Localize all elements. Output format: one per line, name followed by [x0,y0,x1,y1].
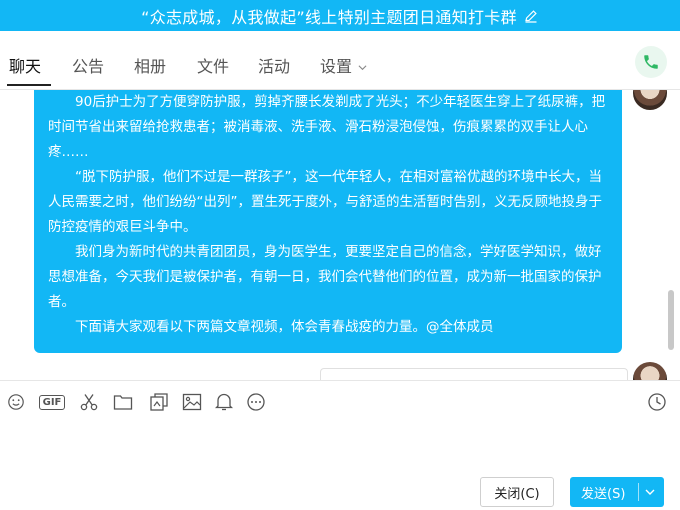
sticker-button[interactable] [148,391,170,413]
tab-chat[interactable]: 聊天 [9,53,41,77]
chevron-down-icon [358,65,367,71]
reminder-button[interactable] [213,391,235,413]
message-paragraph: 我们身为新时代的共青团团员，身为医学生，更要坚定自己的信念，学好医学知识，做好思… [48,244,602,310]
sticker-icon [150,393,168,411]
more-button[interactable] [245,391,267,413]
image-icon [182,393,202,411]
tab-album[interactable]: 相册 [134,53,166,77]
send-button-label: 发送(S) [581,486,626,502]
folder-icon [113,395,133,410]
message-paragraph: “脱下防护服，他们不过是一群孩子”，这一代年轻人，在相对富裕优越的环境中长大，当… [48,169,602,235]
image-button[interactable] [181,391,203,413]
edit-title-icon[interactable] [523,8,539,24]
send-file-button[interactable] [112,391,134,413]
message-paragraph: 下面请大家观看以下两篇文章视频，体会青春战疫的力量。@全体成员 [75,319,494,335]
window-title-bar: “众志成城，从我做起”线上特别主题团日通知打卡群 [0,0,680,31]
send-options-dropdown-icon[interactable] [644,486,656,498]
group-title: “众志成城，从我做起”线上特别主题团日通知打卡群 [141,7,517,27]
message-paragraph: 90后护士为了方便穿防护服，剪掉齐腰长发剃成了光头；不少年轻医生穿上了纸尿裤，把… [48,94,606,160]
history-clock-icon [648,393,666,411]
tab-settings[interactable]: 设置 [320,53,367,77]
message-history-button[interactable] [646,391,668,413]
send-button[interactable]: 发送(S) [570,477,664,507]
gif-button[interactable]: GIF [38,391,66,413]
tab-announcements[interactable]: 公告 [72,53,104,77]
active-tab-indicator [7,84,51,86]
sender-avatar[interactable] [633,90,667,110]
message-input-area[interactable]: GIF 关闭(C) 发送(S) [0,380,680,510]
bell-icon [215,393,233,411]
tab-activities[interactable]: 活动 [258,53,290,77]
phone-icon [644,55,658,69]
more-icon [247,393,265,411]
close-button[interactable]: 关闭(C) [480,477,554,507]
screenshot-button[interactable] [78,391,100,413]
gif-icon: GIF [38,394,66,410]
send-button-divider [638,483,639,501]
voice-call-button[interactable] [635,46,667,78]
tab-files[interactable]: 文件 [197,53,229,77]
message-bubble[interactable]: 90后护士为了方便穿防护服，剪掉齐腰长发剃成了光头；不少年轻医生穿上了纸尿裤，把… [34,90,622,353]
emoji-icon [8,394,24,410]
sender-avatar[interactable] [633,362,667,380]
next-message-bubble[interactable] [320,368,628,380]
chat-scrollbar[interactable] [668,290,674,350]
group-tab-bar: 聊天 公告 相册 文件 活动 设置 [0,31,680,90]
tab-settings-label: 设置 [320,57,353,76]
scissors-icon [80,394,98,411]
emoji-button[interactable] [5,391,27,413]
chat-message-area[interactable]: 90后护士为了方便穿防护服，剪掉齐腰长发剃成了光头；不少年轻医生穿上了纸尿裤，把… [0,90,680,380]
